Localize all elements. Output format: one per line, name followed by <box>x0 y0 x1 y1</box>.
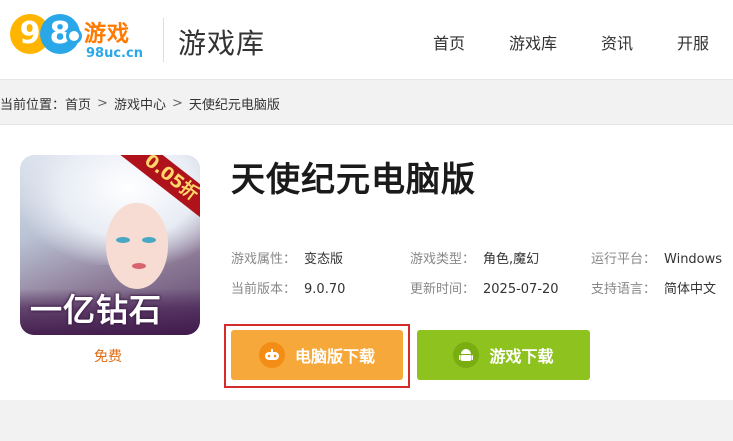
header-divider <box>163 18 164 62</box>
meta-platform: 运行平台： Windows <box>591 248 722 267</box>
meta-label: 当前版本： <box>231 282 297 297</box>
nav-item-server-open[interactable]: 开服 <box>677 30 709 54</box>
meta-value: 9.0.70 <box>304 282 346 297</box>
meta-value: 变态版 <box>304 252 344 267</box>
meta-value: Windows <box>664 252 723 267</box>
site-logo[interactable]: 9 8 游戏 98uc.cn <box>10 12 150 68</box>
meta-version: 当前版本： 9.0.70 <box>231 278 345 297</box>
game-cover-image[interactable]: 0.05折 一亿钻石 <box>20 155 200 335</box>
meta-updated: 更新时间： 2025-07-20 <box>410 278 559 297</box>
cover-banner-text: 一亿钻石 <box>30 291 163 329</box>
cover-face-art <box>106 203 168 289</box>
cover-lips-art <box>132 263 146 269</box>
meta-attribute: 游戏属性： 变态版 <box>231 248 343 267</box>
meta-type: 游戏类型： 角色,魔幻 <box>410 248 539 267</box>
controller-icon <box>258 342 285 368</box>
android-icon <box>453 342 480 368</box>
meta-label: 运行平台： <box>591 252 657 267</box>
page-bottom-strip <box>0 408 733 441</box>
breadcrumb: 当前位置： 首页 > 游戏中心 > 天使纪元电脑版 <box>0 93 280 113</box>
section-title: 游戏库 <box>178 27 266 60</box>
nav-item-game-library[interactable]: 游戏库 <box>509 30 557 54</box>
top-nav: 首页 游戏库 资讯 开服 <box>433 30 709 54</box>
breadcrumb-game-center[interactable]: 游戏中心 <box>114 94 166 113</box>
breadcrumb-prefix: 当前位置： <box>0 97 66 113</box>
breadcrumb-separator: > <box>171 95 183 111</box>
logo-eight-mark: 8 <box>40 14 82 54</box>
breadcrumb-current[interactable]: 天使纪元电脑版 <box>189 94 280 113</box>
breadcrumb-separator: > <box>97 95 108 111</box>
meta-label: 支持语言： <box>591 282 657 297</box>
nav-item-home[interactable]: 首页 <box>433 30 465 54</box>
site-header: 9 8 游戏 98uc.cn 游戏库 首页 游戏库 资讯 开服 <box>0 0 733 80</box>
meta-value: 2025-07-20 <box>483 282 559 297</box>
meta-label: 更新时间： <box>410 282 476 297</box>
breadcrumb-home[interactable]: 首页 <box>65 94 91 113</box>
pc-download-label: 电脑版下载 <box>294 347 375 366</box>
meta-label: 游戏类型： <box>410 252 476 267</box>
game-download-button[interactable]: 游戏下载 <box>417 330 590 380</box>
nav-item-news[interactable]: 资讯 <box>601 30 633 54</box>
pc-download-button[interactable]: 电脑版下载 <box>231 330 403 380</box>
logo-brand-text: 游戏 <box>84 22 131 47</box>
price-label: 免费 <box>94 349 122 365</box>
game-title: 天使纪元电脑版 <box>231 160 476 200</box>
logo-domain-text: 98uc.cn <box>86 46 143 61</box>
meta-value: 角色,魔幻 <box>483 252 540 267</box>
game-download-label: 游戏下载 <box>489 347 554 366</box>
meta-value: 简体中文 <box>664 282 717 297</box>
meta-label: 游戏属性： <box>231 252 297 267</box>
meta-language: 支持语言： 简体中文 <box>591 278 716 297</box>
